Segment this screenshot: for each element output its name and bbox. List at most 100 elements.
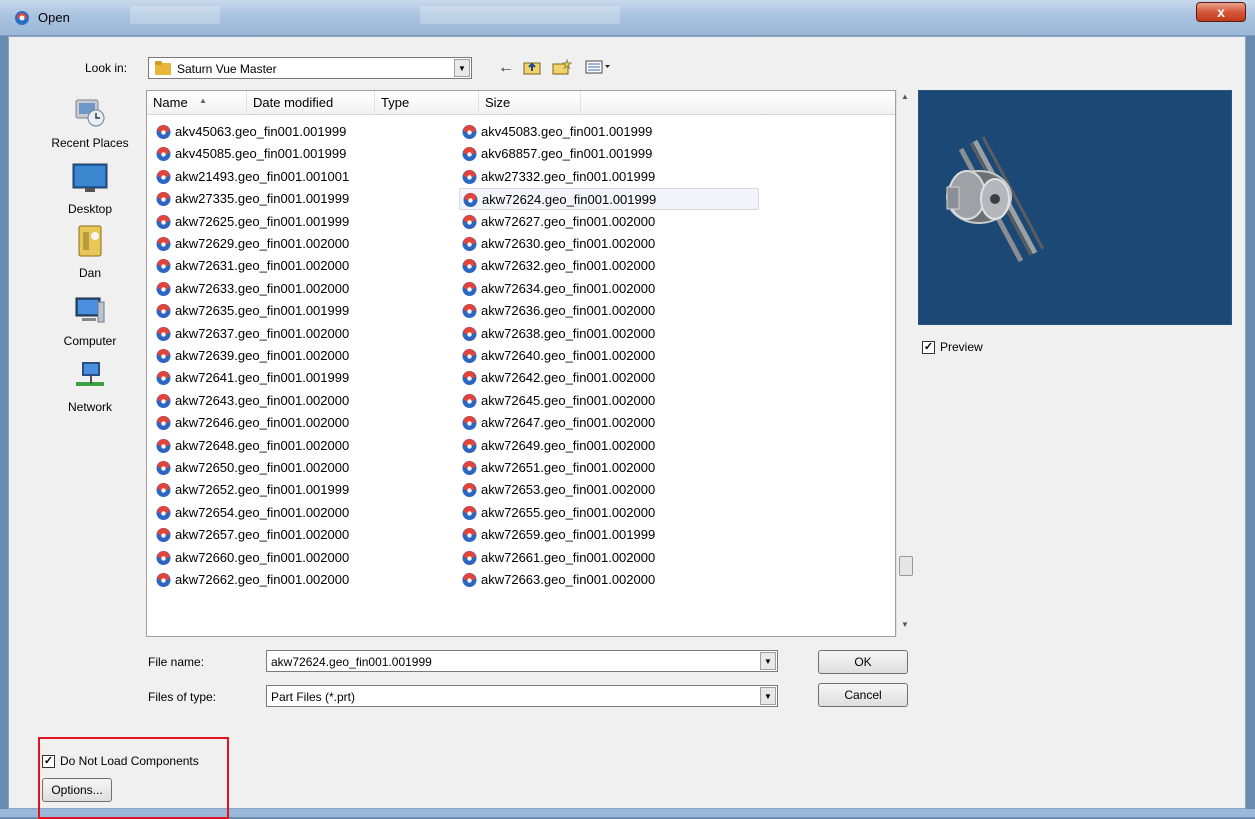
file-item[interactable]: akv45063.geo_fin001.001999 xyxy=(153,121,453,143)
back-arrow-icon[interactable]: ← xyxy=(496,59,516,77)
file-name: akw72653.geo_fin001.002000 xyxy=(481,482,656,498)
file-item[interactable]: akw72640.geo_fin001.002000 xyxy=(459,345,759,367)
file-type-value: Part Files (*.prt) xyxy=(271,690,356,704)
file-name: akw72633.geo_fin001.002000 xyxy=(175,280,350,296)
file-item[interactable]: akw72662.geo_fin001.002000 xyxy=(153,569,453,591)
place-recent-places[interactable]: Recent Places xyxy=(38,90,142,150)
file-item[interactable]: akv45085.geo_fin001.001999 xyxy=(153,143,453,165)
file-item[interactable]: akw72634.geo_fin001.002000 xyxy=(459,278,759,300)
file-name: akw72639.geo_fin001.002000 xyxy=(175,348,350,363)
ok-button[interactable]: OK xyxy=(818,650,908,674)
part-file-icon xyxy=(463,193,478,208)
part-file-icon xyxy=(462,349,477,363)
app-icon xyxy=(15,11,29,25)
new-folder-icon[interactable] xyxy=(552,58,573,77)
file-name: akw72634.geo_fin001.002000 xyxy=(481,280,656,296)
file-name: akw72655.geo_fin001.002000 xyxy=(481,504,656,520)
file-name: akw72643.geo_fin001.002000 xyxy=(175,392,350,408)
place-desktop[interactable]: Desktop xyxy=(38,156,142,216)
part-file-icon xyxy=(462,237,477,251)
file-item[interactable]: akw72637.geo_fin001.002000 xyxy=(153,323,453,345)
file-item[interactable]: akw72653.geo_fin001.002000 xyxy=(459,479,759,501)
file-item[interactable]: akw72654.geo_fin001.002000 xyxy=(153,502,453,524)
desktop-icon xyxy=(72,163,108,192)
part-file-icon xyxy=(462,371,477,386)
column-header-date[interactable]: Date modified xyxy=(247,91,375,115)
chevron-down-icon[interactable]: ▼ xyxy=(760,652,776,670)
file-item[interactable]: akw72638.geo_fin001.002000 xyxy=(459,323,759,345)
scroll-thumb[interactable] xyxy=(899,556,913,576)
file-list-scrollbar[interactable]: ▲ ▼ xyxy=(896,90,914,637)
file-item[interactable]: akw72663.geo_fin001.002000 xyxy=(459,569,759,591)
file-item[interactable]: akw72657.geo_fin001.002000 xyxy=(153,524,453,546)
part-file-icon xyxy=(156,147,171,162)
part-file-icon xyxy=(462,461,477,475)
file-item[interactable]: akv68857.geo_fin001.001999 xyxy=(459,143,759,165)
file-item[interactable]: akw72649.geo_fin001.002000 xyxy=(459,435,759,457)
place-computer[interactable]: Computer xyxy=(38,288,142,348)
look-in-combo[interactable]: Saturn Vue Master ▼ xyxy=(148,57,472,79)
file-item[interactable]: akw72624.geo_fin001.001999 xyxy=(459,188,759,211)
file-item[interactable]: akw72632.geo_fin001.002000 xyxy=(459,255,759,277)
file-item[interactable]: akw72633.geo_fin001.002000 xyxy=(153,278,453,300)
file-list[interactable]: Name ▲ Date modified Type Size akv45063.… xyxy=(146,90,896,637)
file-item[interactable]: akv45083.geo_fin001.001999 xyxy=(459,121,759,143)
file-item[interactable]: akw21493.geo_fin001.001001 xyxy=(153,166,453,188)
file-item[interactable]: akw72659.geo_fin001.001999 xyxy=(459,524,759,546)
file-item[interactable]: akw72639.geo_fin001.002000 xyxy=(153,345,453,367)
place-dan[interactable]: Dan xyxy=(38,222,142,280)
file-item[interactable]: akw72636.geo_fin001.002000 xyxy=(459,300,759,322)
file-item[interactable]: akw72660.geo_fin001.002000 xyxy=(153,547,453,569)
file-name: akw72660.geo_fin001.002000 xyxy=(175,549,350,565)
preview-checkbox[interactable]: ✓ xyxy=(922,341,935,354)
file-item[interactable]: akw72630.geo_fin001.002000 xyxy=(459,233,759,255)
part-file-icon xyxy=(156,169,171,184)
file-item[interactable]: akw72648.geo_fin001.002000 xyxy=(153,435,453,457)
title-bar-ghost xyxy=(130,6,220,24)
place-network[interactable]: Network xyxy=(38,354,142,414)
part-file-icon xyxy=(462,393,477,408)
file-type-label: Files of type: xyxy=(148,690,217,704)
chevron-down-icon[interactable]: ▼ xyxy=(454,59,470,77)
file-item[interactable]: akw27332.geo_fin001.001999 xyxy=(459,166,759,188)
column-header-size[interactable]: Size xyxy=(479,91,581,115)
scroll-up-icon[interactable]: ▲ xyxy=(901,92,909,101)
file-item[interactable]: akw72631.geo_fin001.002000 xyxy=(153,255,453,277)
file-item[interactable]: akw72661.geo_fin001.002000 xyxy=(459,547,759,569)
file-item[interactable]: akw72647.geo_fin001.002000 xyxy=(459,412,759,434)
file-name: akw72642.geo_fin001.002000 xyxy=(481,370,656,386)
file-item[interactable]: akw72642.geo_fin001.002000 xyxy=(459,367,759,389)
file-item[interactable]: akw72655.geo_fin001.002000 xyxy=(459,502,759,524)
file-name: akw72635.geo_fin001.001999 xyxy=(175,303,350,319)
file-item[interactable]: akw72641.geo_fin001.001999 xyxy=(153,367,453,389)
file-name: akw72625.geo_fin001.001999 xyxy=(175,213,350,229)
file-item[interactable]: akw72629.geo_fin001.002000 xyxy=(153,233,453,255)
close-button[interactable]: x xyxy=(1196,2,1246,22)
file-item[interactable]: akw27335.geo_fin001.001999 xyxy=(153,188,453,210)
views-menu-icon[interactable] xyxy=(584,59,612,77)
file-item[interactable]: akw72645.geo_fin001.002000 xyxy=(459,390,759,412)
up-folder-icon[interactable] xyxy=(522,59,542,77)
preview-label: Preview xyxy=(940,340,983,354)
file-item[interactable]: akw72650.geo_fin001.002000 xyxy=(153,457,453,479)
scroll-down-icon[interactable]: ▼ xyxy=(901,620,909,629)
folder-icon xyxy=(155,61,171,75)
column-header-type[interactable]: Type xyxy=(375,91,479,115)
file-item[interactable]: akw72646.geo_fin001.002000 xyxy=(153,412,453,434)
file-item[interactable]: akw72627.geo_fin001.002000 xyxy=(459,211,759,233)
file-name: akw72661.geo_fin001.002000 xyxy=(481,549,656,565)
file-name: akw72646.geo_fin001.002000 xyxy=(175,415,350,431)
cancel-button[interactable]: Cancel xyxy=(818,683,908,707)
file-item[interactable]: akw72652.geo_fin001.001999 xyxy=(153,479,453,501)
column-header-name[interactable]: Name ▲ xyxy=(147,91,247,115)
file-item[interactable]: akw72625.geo_fin001.001999 xyxy=(153,211,453,233)
file-type-combo[interactable]: Part Files (*.prt) ▼ xyxy=(266,685,778,707)
file-item[interactable]: akw72643.geo_fin001.002000 xyxy=(153,390,453,412)
chevron-down-icon[interactable]: ▼ xyxy=(760,687,776,705)
file-item[interactable]: akw72635.geo_fin001.001999 xyxy=(153,300,453,322)
file-name-combo[interactable]: akw72624.geo_fin001.001999 ▼ xyxy=(266,650,778,672)
file-item[interactable]: akw72651.geo_fin001.002000 xyxy=(459,457,759,479)
part-file-icon xyxy=(156,349,171,363)
user-folder-icon xyxy=(78,225,102,257)
file-name: akw72631.geo_fin001.002000 xyxy=(175,258,350,274)
